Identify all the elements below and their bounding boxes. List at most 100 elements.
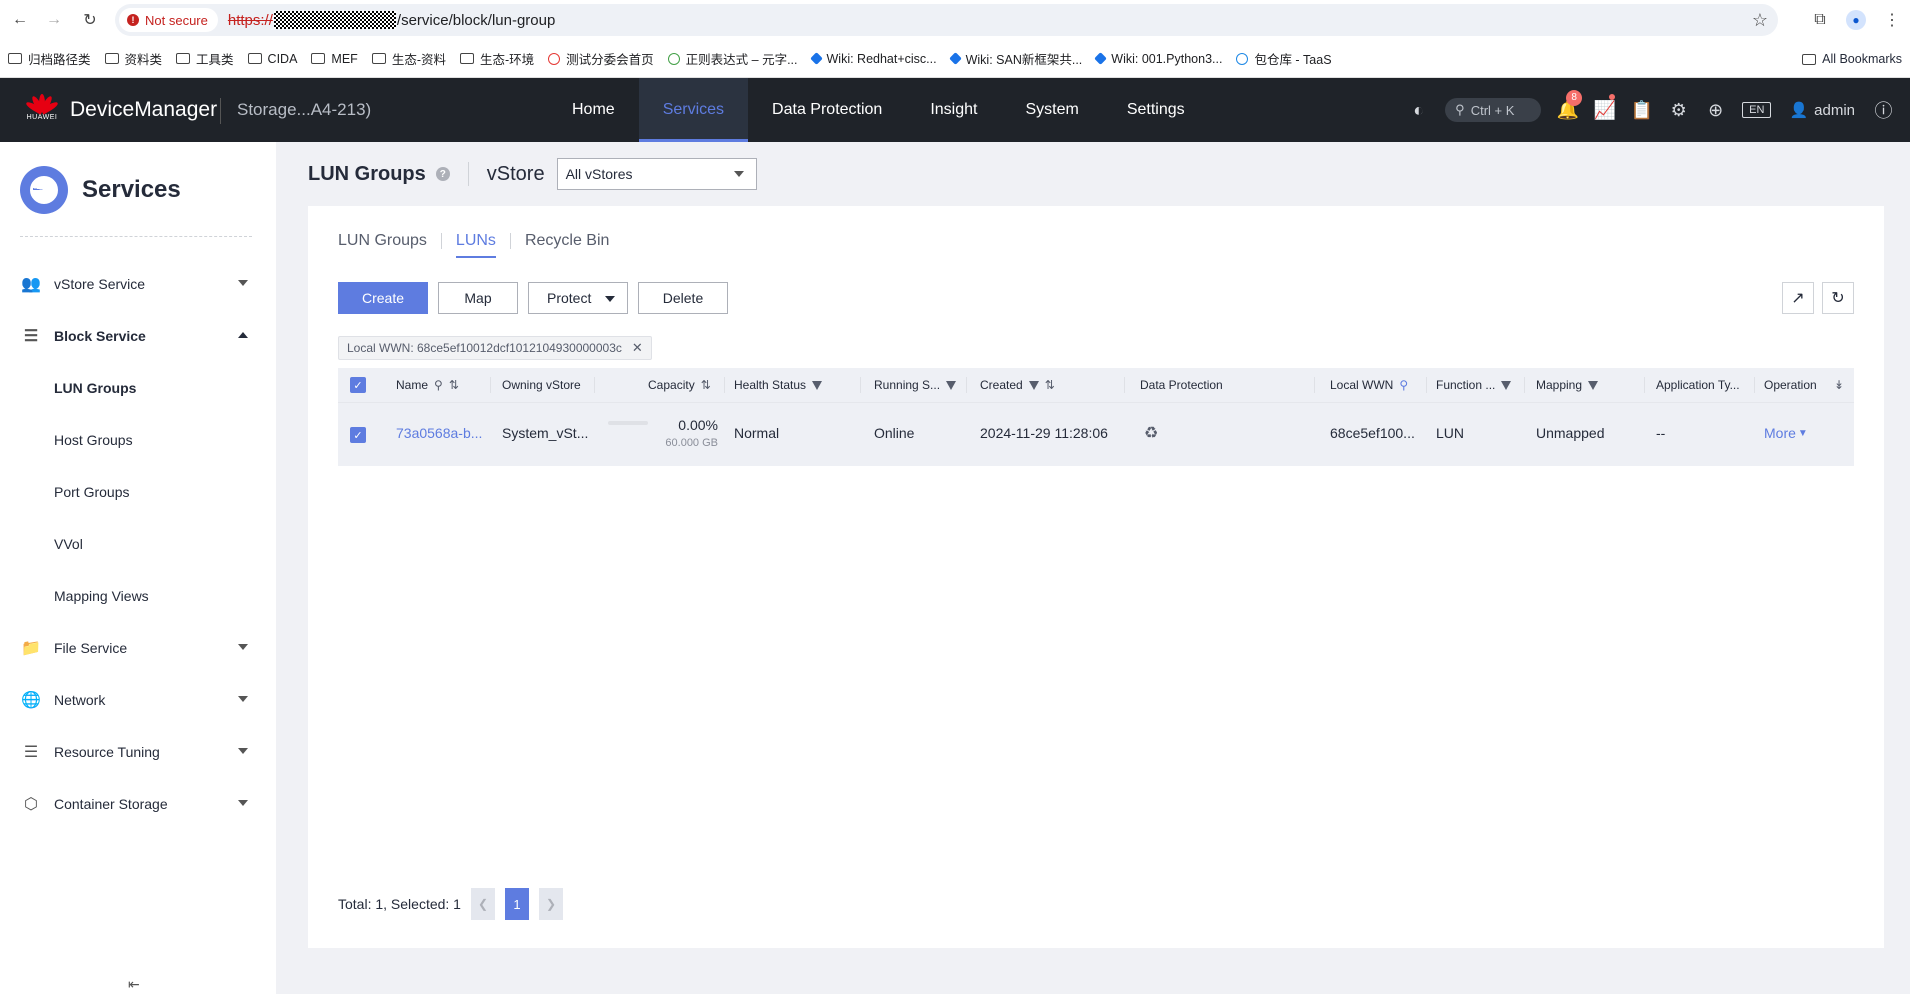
prev-page-icon[interactable]: ❮ xyxy=(470,888,495,920)
bookmark-label: CIDA xyxy=(267,51,298,66)
column-settings-icon[interactable]: ↡ xyxy=(1834,378,1844,392)
lun-name-link[interactable]: 73a0568a-b... xyxy=(396,425,482,441)
sidebar-sub-lun-groups[interactable]: LUN Groups xyxy=(0,362,276,414)
bookmark-item[interactable]: CIDA xyxy=(247,51,298,66)
close-icon[interactable]: ✕ xyxy=(632,340,643,356)
task-list-icon[interactable]: 📋 xyxy=(1623,100,1660,121)
create-button[interactable]: Create xyxy=(338,282,428,314)
sidebar-sub-vvol[interactable]: VVol xyxy=(0,518,276,570)
all-bookmarks[interactable]: All Bookmarks xyxy=(1802,40,1902,78)
bookmark-star-icon[interactable]: ☆ xyxy=(1752,10,1768,31)
sidebar-item-container-storage[interactable]: ⬡ Container Storage xyxy=(0,778,276,830)
add-circle-icon[interactable]: ⊕ xyxy=(1697,100,1734,121)
global-search[interactable]: ⚲ Ctrl + K xyxy=(1445,98,1542,122)
reload-icon[interactable]: ↻ xyxy=(72,2,108,38)
security-chip[interactable]: ! Not secure xyxy=(119,8,218,32)
assistant-icon[interactable]: ◐ xyxy=(1400,100,1437,121)
col-capacity-label: Capacity xyxy=(648,378,695,392)
export-icon[interactable]: ↗ xyxy=(1782,282,1814,314)
sidebar-item-block-service[interactable]: ☰ Block Service xyxy=(0,310,276,362)
filter-icon[interactable] xyxy=(1588,380,1599,390)
device-name[interactable]: Storage...A4-213) xyxy=(237,100,371,120)
sidebar-sub-host-groups[interactable]: Host Groups xyxy=(0,414,276,466)
sidebar-sub-mapping-views[interactable]: Mapping Views xyxy=(0,570,276,622)
delete-button[interactable]: Delete xyxy=(638,282,728,314)
menu-kebab-icon[interactable]: ⋮ xyxy=(1874,10,1910,30)
filter-icon[interactable] xyxy=(1028,380,1039,390)
bookmark-item[interactable]: Wiki: 001.Python3... xyxy=(1094,52,1222,66)
row-checkbox[interactable]: ✓ xyxy=(350,427,366,443)
back-icon[interactable]: ← xyxy=(2,2,38,38)
sidebar-item-network[interactable]: 🌐 Network xyxy=(0,674,276,726)
folder-icon: 📁 xyxy=(21,640,41,657)
map-button[interactable]: Map xyxy=(438,282,518,314)
gear-icon[interactable]: ⚙ xyxy=(1660,100,1697,121)
sidebar-sub-port-groups[interactable]: Port Groups xyxy=(0,466,276,518)
search-icon[interactable]: ⚲ xyxy=(434,378,443,392)
nav-insight[interactable]: Insight xyxy=(906,78,1001,142)
help-icon[interactable]: ? xyxy=(435,167,450,181)
vstore-select[interactable]: All vStores xyxy=(556,158,757,190)
page-number[interactable]: 1 xyxy=(504,888,529,920)
refresh-icon[interactable]: ↻ xyxy=(1822,282,1854,314)
forward-icon[interactable]: → xyxy=(36,2,72,38)
nav-home[interactable]: Home xyxy=(548,78,639,142)
bookmark-item[interactable]: Wiki: SAN新框架共... xyxy=(948,49,1082,68)
url-text[interactable]: https:// /service/block/lun-group xyxy=(228,11,555,29)
site-icon xyxy=(548,52,561,65)
bookmark-item[interactable]: Wiki: Redhat+cisc... xyxy=(809,51,937,66)
tab-recycle-bin[interactable]: Recycle Bin xyxy=(525,232,609,258)
col-divider xyxy=(1754,377,1755,393)
sort-icon[interactable]: ⇅ xyxy=(1045,378,1055,392)
search-icon[interactable]: ⚲ xyxy=(1399,378,1408,392)
filter-icon[interactable] xyxy=(812,380,823,390)
language-toggle[interactable]: EN xyxy=(1742,102,1772,118)
filter-icon[interactable] xyxy=(946,380,957,390)
help-icon[interactable]: ⓘ xyxy=(1865,97,1902,123)
nav-data-protection[interactable]: Data Protection xyxy=(748,78,906,142)
sort-icon[interactable]: ⇅ xyxy=(449,378,459,392)
collapse-sidebar-icon[interactable]: ⇤ xyxy=(128,976,140,993)
nav-system[interactable]: System xyxy=(1001,78,1102,142)
protection-icon[interactable]: ♻ xyxy=(1144,423,1158,443)
nav-services[interactable]: Services xyxy=(638,78,749,142)
filter-icon[interactable] xyxy=(1501,380,1512,390)
bookmark-item[interactable]: 生态-环境 xyxy=(459,49,534,68)
bookmark-item[interactable]: 包仓库 - TaaS xyxy=(1236,49,1332,68)
nav-settings[interactable]: Settings xyxy=(1103,78,1209,142)
sidebar-item-vstore-service[interactable]: 👥 vStore Service xyxy=(0,258,276,310)
col-owning-vstore: Owning vStore xyxy=(502,378,581,392)
protect-button[interactable]: Protect xyxy=(528,282,628,314)
bookmark-item[interactable]: 资料类 xyxy=(104,49,162,68)
bookmark-item[interactable]: 正则表达式 – 元字... xyxy=(667,49,798,68)
sort-icon[interactable]: ⇅ xyxy=(701,378,711,392)
col-divider xyxy=(1524,377,1525,393)
site-icon xyxy=(1236,52,1249,65)
sidebar-item-file-service[interactable]: 📁 File Service xyxy=(0,622,276,674)
tab-luns[interactable]: LUNs xyxy=(455,232,496,258)
bookmark-item[interactable]: MEF xyxy=(311,52,358,66)
bookmark-item[interactable]: 归档路径类 xyxy=(8,49,91,68)
extensions-icon[interactable]: ⧉ xyxy=(1802,11,1838,29)
bookmark-label: 测试分委会首页 xyxy=(566,53,654,67)
tab-lun-groups[interactable]: LUN Groups xyxy=(338,232,427,258)
next-page-icon[interactable]: ❯ xyxy=(538,888,563,920)
select-all-checkbox[interactable]: ✓ xyxy=(350,377,366,393)
top-nav: Home Services Data Protection Insight Sy… xyxy=(548,78,1209,142)
col-mapping-label: Mapping xyxy=(1536,378,1583,392)
more-menu[interactable]: More ▼ xyxy=(1764,425,1808,441)
bell-icon[interactable]: 🔔 8 xyxy=(1549,89,1586,121)
bookmark-item[interactable]: 工具类 xyxy=(176,49,234,68)
bookmark-item[interactable]: 生态-资料 xyxy=(371,49,446,68)
user-menu[interactable]: 👤 admin xyxy=(1789,101,1855,120)
col-divider xyxy=(860,377,861,393)
capacity-bar xyxy=(608,421,648,425)
sidebar-item-resource-tuning[interactable]: ☰ Resource Tuning xyxy=(0,726,276,778)
profile-icon[interactable]: ● xyxy=(1846,10,1866,30)
bookmark-label: Wiki: Redhat+cisc... xyxy=(826,51,937,66)
address-bar[interactable]: ! Not secure https:// /service/block/lun… xyxy=(115,4,1778,36)
performance-icon[interactable]: 📈 xyxy=(1586,93,1623,121)
table-row[interactable]: ✓ 73a0568a-b... System_vSt... 0.00% 60.0… xyxy=(338,402,1854,466)
sidebar-item-label: vStore Service xyxy=(54,276,146,292)
bookmark-item[interactable]: 测试分委会首页 xyxy=(548,49,654,68)
